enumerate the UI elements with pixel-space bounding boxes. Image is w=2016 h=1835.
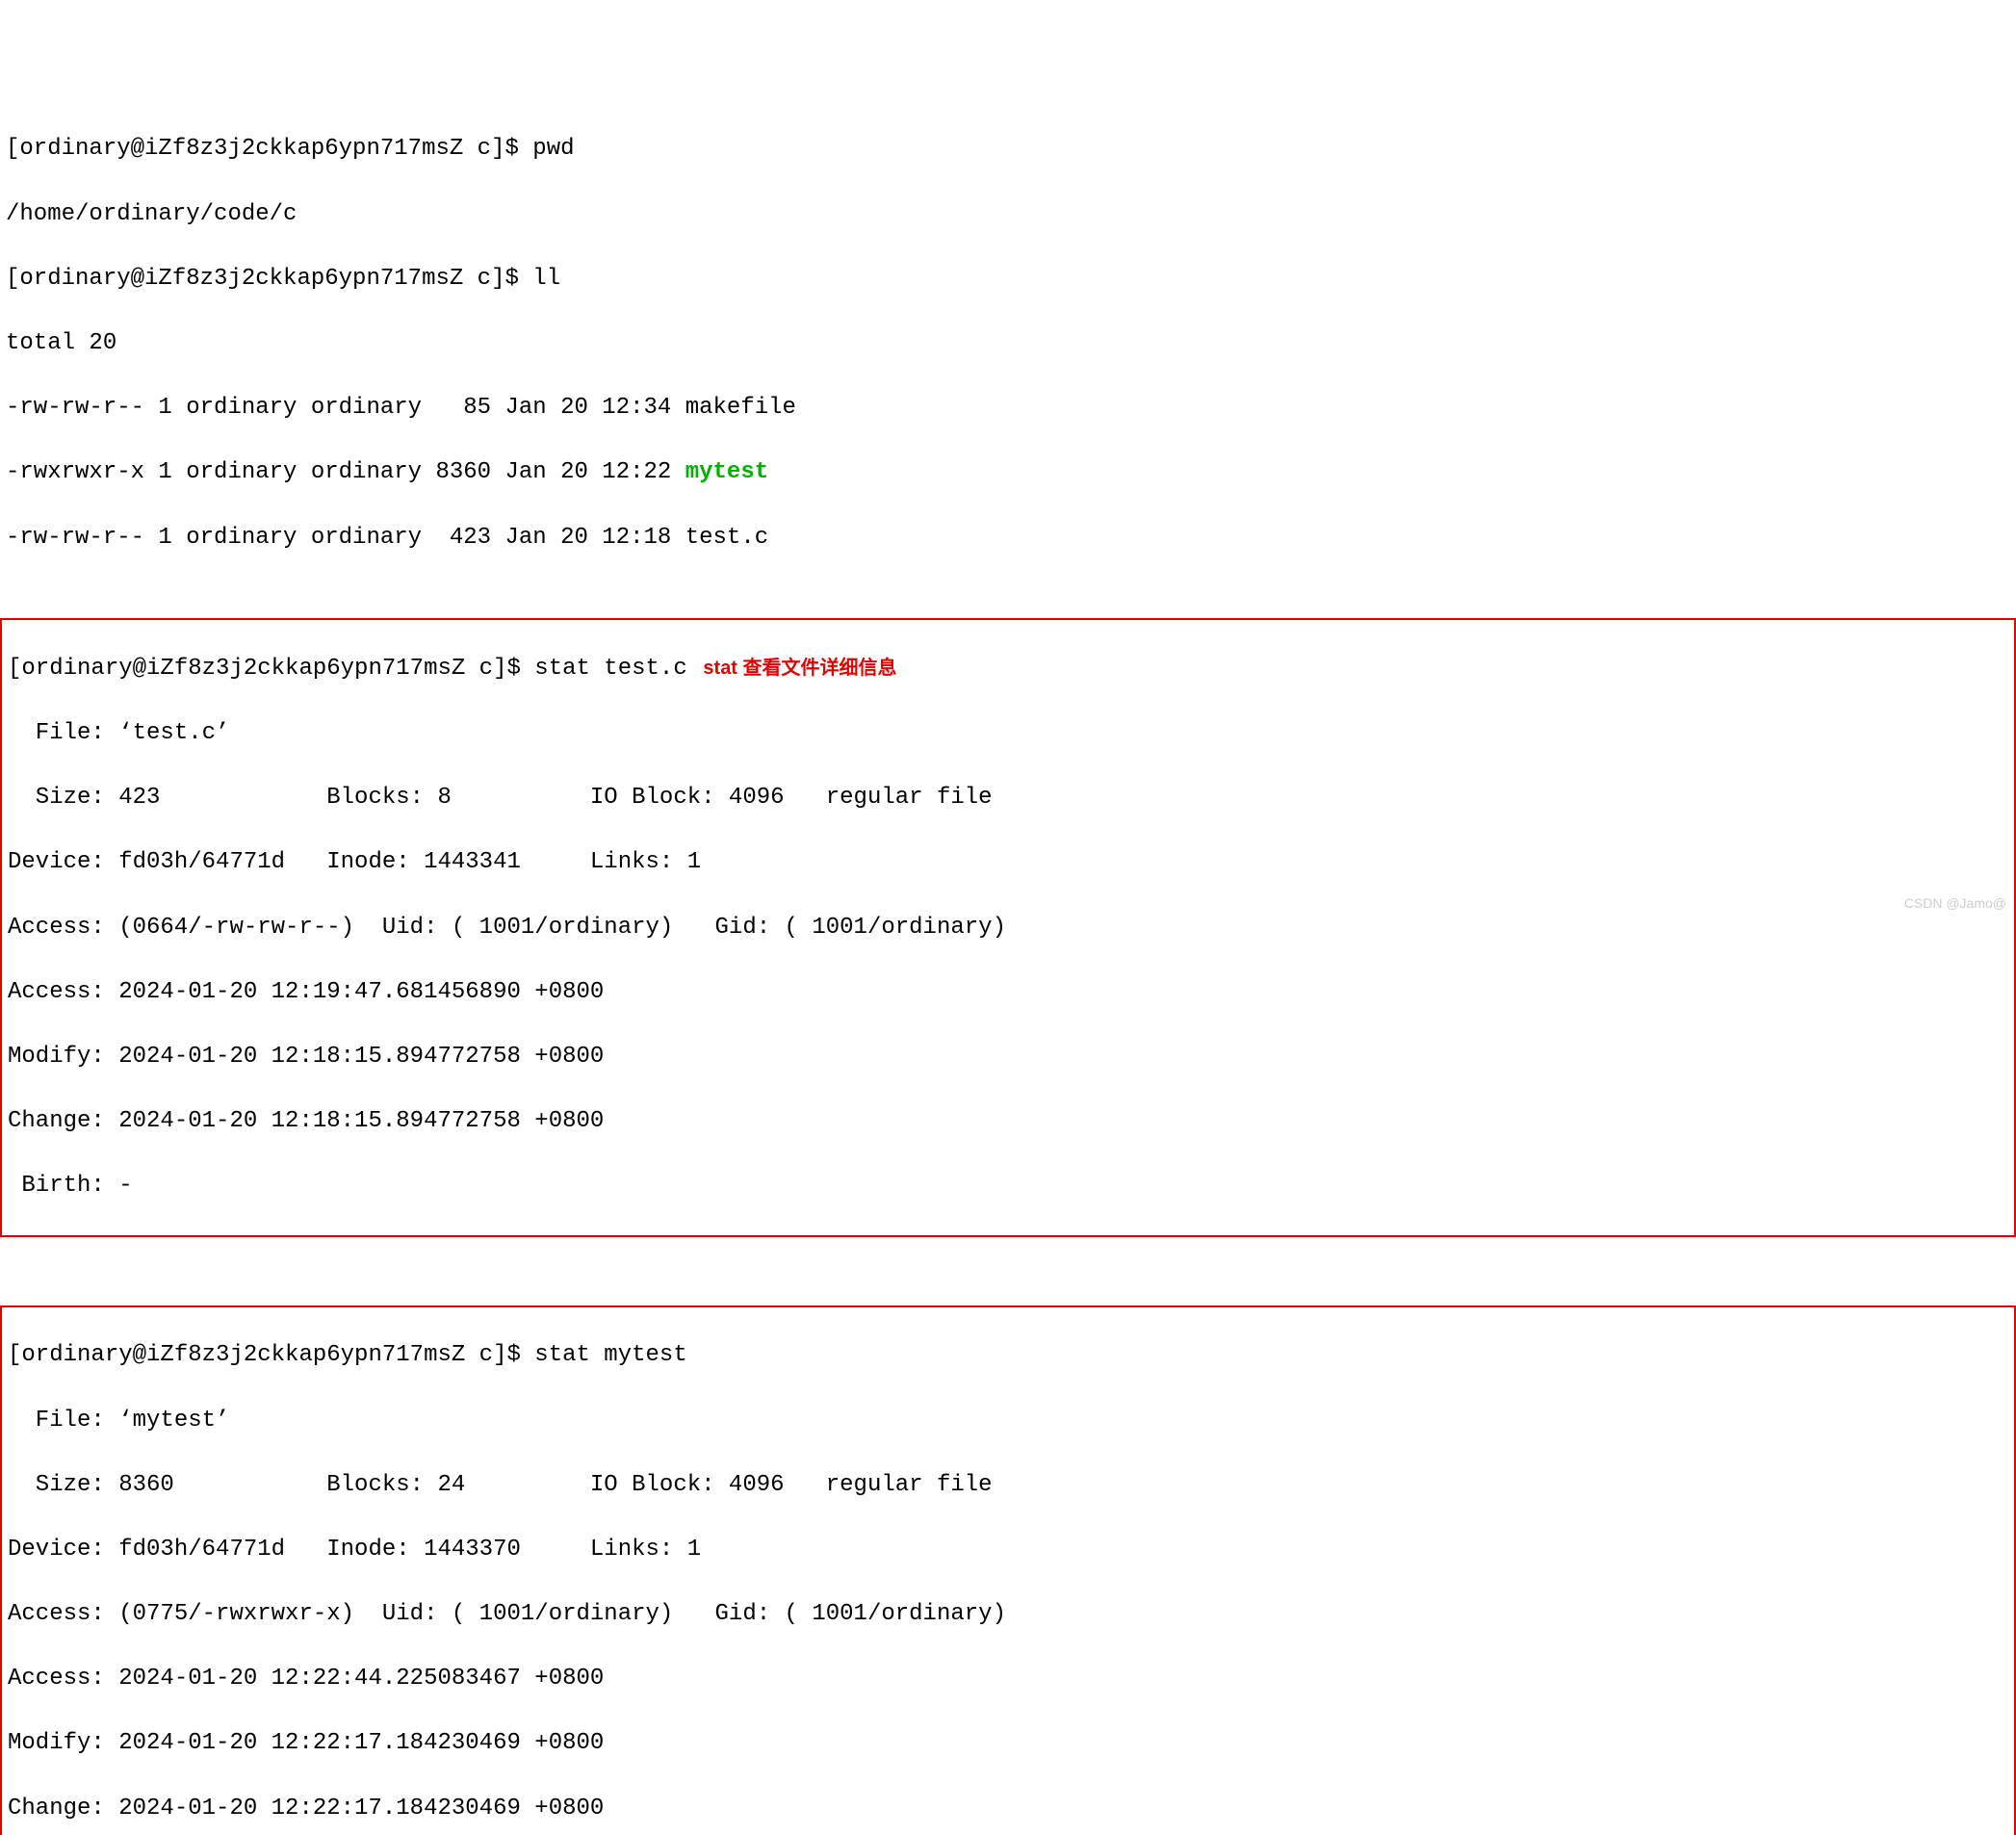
stat-change-time: Change: 2024-01-20 12:18:15.894772758 +0… [2, 1105, 2014, 1138]
watermark: CSDN @Jamo@ [1904, 894, 2006, 914]
ll-row-prefix: -rwxrwxr-x 1 ordinary ordinary 8360 Jan … [6, 459, 685, 485]
ll-total: total 20 [0, 327, 2016, 360]
stat-device: Device: fd03h/64771d Inode: 1443370 Link… [2, 1534, 2014, 1566]
stat-size: Size: 423 Blocks: 8 IO Block: 4096 regul… [2, 782, 2014, 814]
prompt: [ordinary@iZf8z3j2ckkap6ypn717msZ c]$ [8, 656, 534, 682]
stat-file: File: ‘test.c’ [2, 717, 2014, 750]
stat-access-perms: Access: (0664/-rw-rw-r--) Uid: ( 1001/or… [2, 912, 2014, 944]
ll-row-mytest: -rwxrwxr-x 1 ordinary ordinary 8360 Jan … [0, 456, 2016, 489]
command-stat-mytest: stat mytest [534, 1342, 686, 1368]
stat-device: Device: fd03h/64771d Inode: 1443341 Link… [2, 846, 2014, 879]
stat-modify-time: Modify: 2024-01-20 12:18:15.894772758 +0… [2, 1041, 2014, 1073]
command-ll: ll [532, 266, 560, 292]
stat-birth: Birth: - [2, 1170, 2014, 1202]
pwd-output: /home/ordinary/code/c [0, 198, 2016, 231]
prompt: [ordinary@iZf8z3j2ckkap6ypn717msZ c]$ [6, 266, 532, 292]
stat-mytest-box: [ordinary@iZf8z3j2ckkap6ypn717msZ c]$ st… [0, 1305, 2016, 1835]
command-pwd: pwd [532, 136, 574, 162]
ll-row-makefile: -rw-rw-r-- 1 ordinary ordinary 85 Jan 20… [0, 392, 2016, 425]
stat-change-time: Change: 2024-01-20 12:22:17.184230469 +0… [2, 1793, 2014, 1825]
terminal-line: [ordinary@iZf8z3j2ckkap6ypn717msZ c]$ pw… [0, 133, 2016, 166]
ll-row-testc: -rw-rw-r-- 1 ordinary ordinary 423 Jan 2… [0, 522, 2016, 555]
terminal-line: [ordinary@iZf8z3j2ckkap6ypn717msZ c]$ ll [0, 263, 2016, 296]
prompt: [ordinary@iZf8z3j2ckkap6ypn717msZ c]$ [8, 1342, 534, 1368]
stat-access-time: Access: 2024-01-20 12:19:47.681456890 +0… [2, 976, 2014, 1009]
terminal-line: [ordinary@iZf8z3j2ckkap6ypn717msZ c]$ st… [2, 653, 2014, 685]
command-stat-testc: stat test.c [534, 656, 686, 682]
annotation-stat: stat 查看文件详细信息 [687, 658, 897, 679]
stat-access-perms: Access: (0775/-rwxrwxr-x) Uid: ( 1001/or… [2, 1598, 2014, 1631]
executable-name: mytest [685, 459, 768, 485]
stat-testc-box: [ordinary@iZf8z3j2ckkap6ypn717msZ c]$ st… [0, 618, 2016, 1236]
stat-modify-time: Modify: 2024-01-20 12:22:17.184230469 +0… [2, 1727, 2014, 1760]
terminal-line: [ordinary@iZf8z3j2ckkap6ypn717msZ c]$ st… [2, 1339, 2014, 1372]
stat-access-time: Access: 2024-01-20 12:22:44.225083467 +0… [2, 1663, 2014, 1695]
stat-file: File: ‘mytest’ [2, 1405, 2014, 1437]
stat-size: Size: 8360 Blocks: 24 IO Block: 4096 reg… [2, 1469, 2014, 1502]
prompt: [ordinary@iZf8z3j2ckkap6ypn717msZ c]$ [6, 136, 532, 162]
